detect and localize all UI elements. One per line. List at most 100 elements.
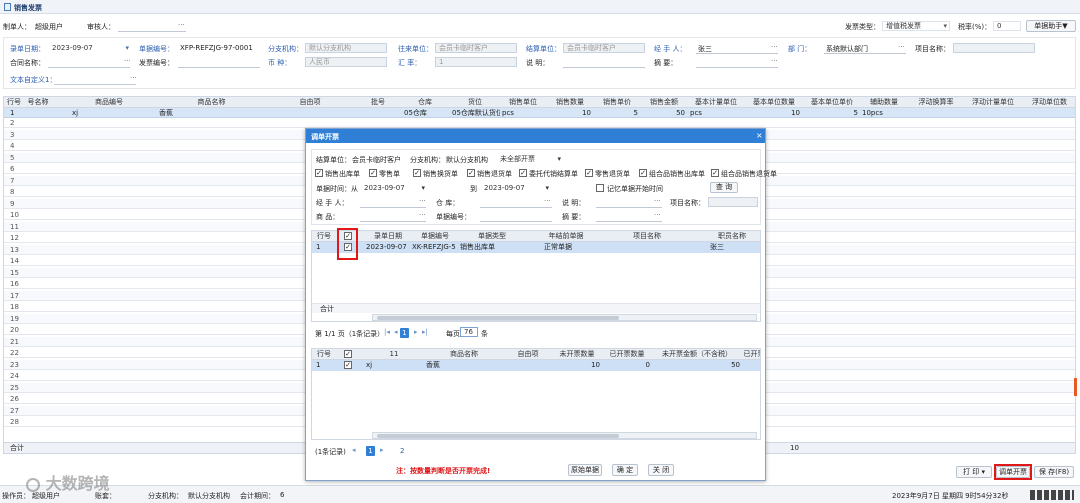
contract-more-button[interactable]: ··· bbox=[124, 57, 131, 65]
ok-button[interactable]: 确 定 bbox=[612, 464, 638, 476]
reviewer-label: 审核人： bbox=[87, 23, 115, 31]
query-button[interactable]: 查 询 bbox=[710, 182, 738, 193]
summary-field[interactable] bbox=[696, 67, 778, 68]
last-page-icon[interactable]: ▸| bbox=[422, 328, 428, 336]
reviewer-field[interactable] bbox=[118, 31, 186, 32]
custom-field[interactable] bbox=[54, 84, 136, 85]
chevron-down-icon: ▾ bbox=[421, 184, 425, 192]
doc-type-checkbox[interactable]: ✓ bbox=[369, 169, 377, 177]
invoice-no-label: 发票编号： bbox=[139, 59, 174, 67]
dlg-project-input[interactable] bbox=[708, 197, 758, 207]
dlg-summary-field[interactable] bbox=[596, 221, 662, 222]
doc-no-value: XFP-REFZJG-97-0001 bbox=[180, 44, 253, 52]
product-table: 行号 ✓ 11 商品名称 自由项 未开票数量 已开票数量 未开票金额（不含税） … bbox=[311, 348, 761, 440]
horizontal-scrollbar[interactable] bbox=[372, 314, 757, 321]
doc-type-checks: ✓ 销售出库单 ✓ 零售单 ✓ 销售换货单 ✓ 销售退货单 ✓ 委托代销结算单 ✓ 零售退货单 ✓ 组合品… bbox=[315, 168, 777, 178]
original-doc-button[interactable]: 原始单据 bbox=[568, 464, 602, 476]
dlg-note-field[interactable] bbox=[596, 207, 662, 208]
col-sale-qty: 销售数量 bbox=[556, 98, 584, 106]
partner-input[interactable]: 会员卡临时客户 bbox=[435, 43, 517, 53]
doc-table: 行号 ✓ 录单日期 单据编号 单据类型 年结前单据 项目名称 职员名称 1 ✓ … bbox=[311, 230, 761, 322]
project-input[interactable] bbox=[953, 43, 1035, 53]
page-info: 第 1/1 页（1条记录） bbox=[315, 330, 385, 338]
print-button[interactable]: 打 印 ▾ bbox=[956, 466, 992, 478]
dept-field[interactable] bbox=[824, 53, 906, 54]
contract-field[interactable] bbox=[48, 67, 130, 68]
doc-no-label: 单据编号： bbox=[139, 45, 174, 53]
doc-type-checkbox[interactable]: ✓ bbox=[519, 169, 527, 177]
handler-field[interactable] bbox=[696, 53, 778, 54]
col-product-name: 商品名称 bbox=[197, 98, 226, 106]
tax-rate-input[interactable]: 0 bbox=[993, 21, 1021, 31]
page-size-input[interactable]: 76 bbox=[460, 327, 478, 337]
dlg-product-field[interactable] bbox=[360, 221, 426, 222]
watermark-logo: 大数跨境 bbox=[26, 470, 110, 494]
dlg-handler-field[interactable] bbox=[360, 207, 426, 208]
table-row[interactable]: 1 ✓ 2023-09-07 XK-REFZJG-5 销售出库单 正常单据 张三 bbox=[312, 242, 760, 253]
title-bar: 销售发票 bbox=[0, 0, 1080, 14]
helper-button[interactable]: 单据助手▼ bbox=[1026, 20, 1076, 32]
dialog-title: 调单开票 bbox=[311, 133, 339, 141]
transfer-dialog: 调单开票 × 结算单位： 会员卡临时客户 分支机构： 默认分支机构 未全部开票 ▾… bbox=[305, 128, 777, 481]
currency-input[interactable]: 人民币 bbox=[305, 57, 387, 67]
table-row[interactable]: 1 xj 香蕉 05仓库 05仓库默认货位 pcs 10 5 50 pcs 10… bbox=[4, 108, 1075, 118]
scroll-indicator[interactable] bbox=[1074, 378, 1077, 396]
prev-page-icon[interactable]: ◂ bbox=[394, 328, 398, 336]
document-icon bbox=[4, 3, 11, 11]
invoice-no-field[interactable] bbox=[178, 67, 260, 68]
reviewer-more-button[interactable]: ··· bbox=[178, 21, 185, 29]
next-page-icon[interactable]: ▸ bbox=[414, 328, 418, 336]
doc-type-checkbox[interactable]: ✓ bbox=[585, 169, 593, 177]
branch-input[interactable]: 默认分支机构 bbox=[305, 43, 387, 53]
rate-input[interactable]: 1 bbox=[435, 57, 517, 67]
table-row[interactable]: 2 bbox=[4, 118, 1075, 128]
dept-label: 部 门： bbox=[788, 45, 812, 53]
prev-page-icon[interactable]: ◂ bbox=[352, 446, 356, 454]
row-checkbox[interactable]: ✓ bbox=[344, 361, 352, 369]
current-page[interactable]: 1 bbox=[366, 446, 375, 456]
note-field[interactable] bbox=[563, 67, 645, 68]
custom-more-button[interactable]: ··· bbox=[130, 74, 137, 82]
doc-type-checkbox[interactable]: ✓ bbox=[639, 169, 647, 177]
datetime: 2023年9月7日 星期四 9时54分32秒 bbox=[892, 492, 1009, 500]
chevron-down-icon: ▾ bbox=[981, 468, 985, 476]
project-label: 项目名称： bbox=[915, 45, 950, 53]
dialog-title-bar: 调单开票 × bbox=[306, 129, 765, 143]
entry-date-input[interactable]: 2023-09-07 ▾ bbox=[48, 43, 132, 53]
invoice-type-select[interactable]: 增值税发票 ▾ bbox=[882, 21, 950, 31]
next-page-icon[interactable]: ▸ bbox=[380, 446, 384, 454]
handler-label: 经 手 人： bbox=[654, 45, 687, 53]
branch-label: 分支机构： bbox=[268, 45, 303, 53]
col-batch: 批号 bbox=[371, 98, 385, 106]
horizontal-scrollbar[interactable] bbox=[372, 432, 757, 439]
date-to-input[interactable]: 2023-09-07 ▾ bbox=[480, 183, 552, 193]
handler-more-button[interactable]: ··· bbox=[771, 43, 778, 51]
doc-type-checkbox[interactable]: ✓ bbox=[711, 169, 719, 177]
table-row[interactable]: 1 ✓ xj 香蕉 10 0 50 bbox=[312, 360, 760, 371]
doc-table-total: 合计 bbox=[312, 303, 760, 313]
dlg-warehouse-field[interactable] bbox=[480, 207, 552, 208]
invoice-status-select[interactable]: 未全部开票 ▾ bbox=[496, 154, 564, 164]
entry-date-label: 录单日期： bbox=[10, 45, 45, 53]
summary-more-button[interactable]: ··· bbox=[771, 57, 778, 65]
dept-more-button[interactable]: ··· bbox=[898, 43, 905, 51]
close-icon[interactable]: × bbox=[756, 131, 763, 140]
dlg-docno-field[interactable] bbox=[480, 221, 552, 222]
remember-time-checkbox[interactable] bbox=[596, 184, 604, 192]
doc-type-checkbox[interactable]: ✓ bbox=[413, 169, 421, 177]
col-free-item: 自由项 bbox=[299, 98, 321, 106]
doc-type-checkbox[interactable]: ✓ bbox=[467, 169, 475, 177]
doc-type-checkbox[interactable]: ✓ bbox=[315, 169, 323, 177]
current-page[interactable]: 1 bbox=[400, 328, 409, 338]
doc-type-label: 委托代销结算单 bbox=[529, 170, 578, 178]
chevron-down-icon: ▾ bbox=[557, 155, 561, 163]
save-button[interactable]: 保 存(F8) bbox=[1034, 466, 1074, 478]
date-from-input[interactable]: 2023-09-07 ▾ bbox=[360, 183, 428, 193]
select-all-checkbox[interactable]: ✓ bbox=[344, 350, 352, 358]
settle-input[interactable]: 会员卡临时客户 bbox=[563, 43, 645, 53]
warning-text: 注：按数量判断是否开票完成! bbox=[396, 467, 491, 475]
close-button[interactable]: 关 闭 bbox=[648, 464, 674, 476]
note-label: 说 明： bbox=[526, 59, 550, 67]
first-page-icon[interactable]: |◂ bbox=[384, 328, 390, 336]
highlight-box bbox=[994, 464, 1032, 480]
